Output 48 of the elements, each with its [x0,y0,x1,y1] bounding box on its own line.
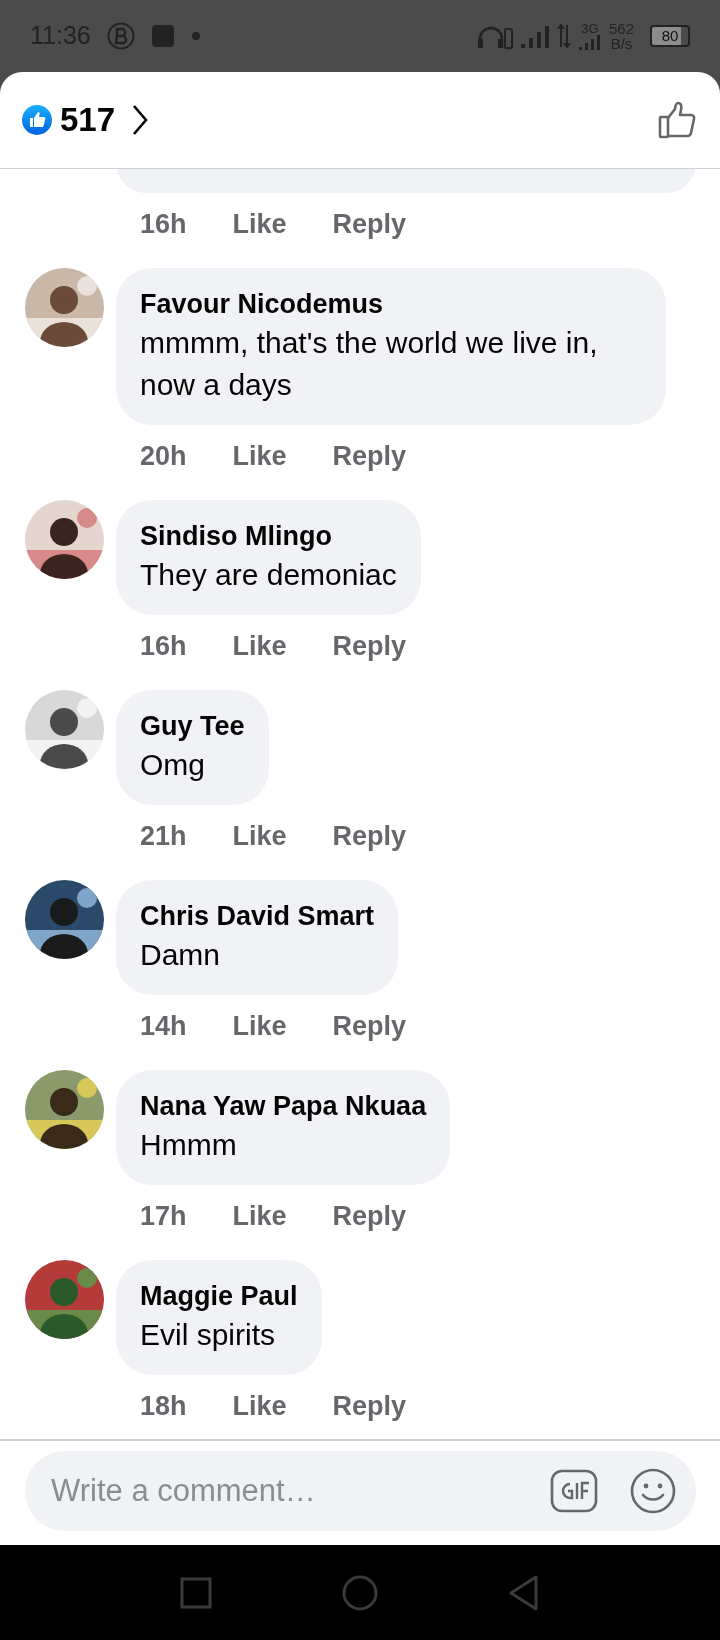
comment-field[interactable]: Write a comment… [25,1451,696,1531]
battery-indicator: 80 [650,25,690,47]
comment-author[interactable]: Sindiso Mlingo [140,518,397,554]
reply-link[interactable]: Reply [332,1199,407,1233]
comment-text: Hmmm [140,1127,238,1163]
reactions-count-link[interactable]: 517 [60,104,150,136]
like-link[interactable]: Like [232,207,287,241]
like-button[interactable] [658,100,698,140]
like-link[interactable]: Like [232,439,287,473]
dot-icon [190,31,201,41]
chevron-right-icon [131,104,150,136]
like-reaction-icon [22,105,52,135]
like-link[interactable]: Like [232,819,287,853]
like-link[interactable]: Like [232,629,287,663]
reply-link[interactable]: Reply [332,1009,407,1043]
data-arrows-icon [556,23,571,49]
comment-author[interactable]: Guy Tee [140,708,245,744]
comment-text: Omg [140,747,206,783]
like-link[interactable]: Like [232,1199,287,1233]
reply-link[interactable]: Reply [332,439,407,473]
reply-link[interactable]: Reply [332,1389,407,1423]
reply-link[interactable]: Reply [332,819,407,853]
signal-icon [520,24,549,48]
b-circle-icon [106,22,135,50]
comment-text: mmmm, that's the world we live in, now a days [140,325,599,403]
signal-icon [578,35,601,50]
like-link[interactable]: Like [232,1009,287,1043]
comment-time: 18h [140,1390,187,1423]
square-notification-icon [150,24,175,48]
comment-time: 21h [140,820,187,853]
reply-link[interactable]: Reply [332,629,407,663]
comment-author[interactable]: Nana Yaw Papa Nkuaa [140,1088,427,1124]
gif-button[interactable] [550,1469,598,1513]
comment-time: 16h [140,630,187,663]
comment-text: Damn [140,937,222,973]
comment-text: They are demoniac [140,557,397,593]
comment-author[interactable]: Maggie Paul [140,1278,298,1314]
like-link[interactable]: Like [232,1389,287,1423]
comment-time: 16h [140,208,187,241]
comment-author[interactable]: Favour Nicodemus [140,286,642,322]
comment-input[interactable]: Write a comment… [49,1466,534,1516]
comment-time: 20h [140,440,187,473]
comment-time: 17h [140,1200,187,1233]
reply-link[interactable]: Reply [332,207,407,241]
comment-time: 14h [140,1010,187,1043]
comment-text: Evil spirits [140,1317,276,1353]
emoji-button[interactable] [630,1468,676,1514]
comment-author[interactable]: Chris David Smart [140,898,375,934]
